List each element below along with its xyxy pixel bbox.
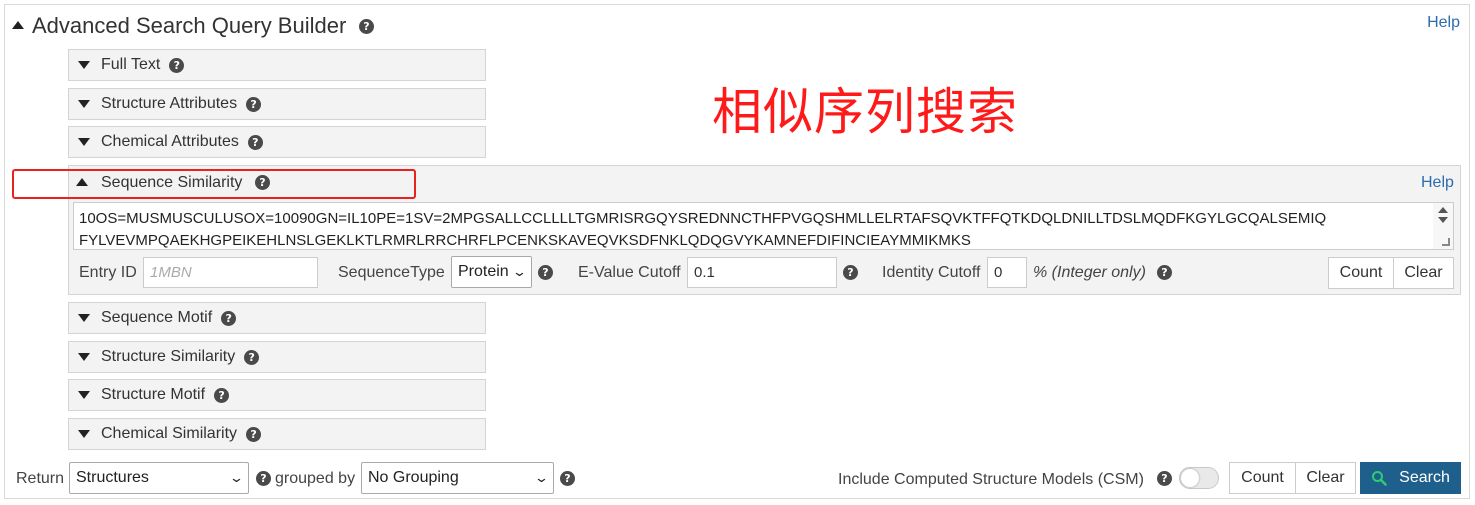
resize-handle-icon[interactable] bbox=[1442, 238, 1450, 246]
section-full-text[interactable]: Full Text ? bbox=[68, 49, 486, 81]
return-label: Return bbox=[16, 470, 65, 487]
help-icon[interactable]: ? bbox=[560, 471, 575, 486]
highlight-box bbox=[12, 169, 416, 199]
csm-label: Include Computed Structure Models (CSM) bbox=[838, 471, 1144, 488]
sequence-textarea[interactable]: 10OS=MUSMUSCULUSOX=10090GN=IL10PE=1SV=2M… bbox=[73, 202, 1454, 250]
identity-unit: % (Integer only) bbox=[1033, 264, 1146, 281]
section-label: Structure Similarity bbox=[101, 348, 236, 365]
section-label: Chemical Attributes bbox=[101, 133, 239, 150]
expand-triangle-icon bbox=[78, 430, 90, 438]
help-icon[interactable]: ? bbox=[538, 265, 553, 280]
evalue-input[interactable]: 0.1 bbox=[687, 257, 837, 288]
return-select[interactable]: Structures ⌄ bbox=[69, 462, 249, 494]
scroll-down-icon[interactable] bbox=[1438, 217, 1448, 223]
count-button[interactable]: Count bbox=[1229, 462, 1296, 494]
help-icon[interactable]: ? bbox=[246, 426, 262, 442]
return-value: Structures bbox=[76, 469, 149, 486]
search-label: Search bbox=[1399, 469, 1450, 486]
identity-value: 0 bbox=[994, 264, 1003, 281]
section-label: Structure Attributes bbox=[101, 95, 238, 112]
help-icon[interactable]: ? bbox=[247, 134, 263, 150]
sequence-text-line: FYLVEVMPQAEKHGPEIKEHLNSLGEKLKTLRMRLRRCHR… bbox=[79, 232, 971, 249]
grouping-select[interactable]: No Grouping ⌄ bbox=[361, 462, 554, 494]
csm-toggle[interactable] bbox=[1179, 467, 1219, 489]
toggle-knob bbox=[1181, 469, 1199, 487]
section-structure-similarity[interactable]: Structure Similarity ? bbox=[68, 341, 486, 373]
help-icon[interactable]: ? bbox=[221, 310, 237, 326]
identity-label: Identity Cutoff bbox=[882, 264, 981, 281]
sequence-text-line: 10OS=MUSMUSCULUSOX=10090GN=IL10PE=1SV=2M… bbox=[79, 210, 1327, 227]
expand-triangle-icon bbox=[78, 391, 90, 399]
section-chemical-similarity[interactable]: Chemical Similarity ? bbox=[68, 418, 486, 450]
section-chemical-attributes[interactable]: Chemical Attributes ? bbox=[68, 126, 486, 158]
sequence-type-select[interactable]: Protein ⌄ bbox=[451, 256, 532, 288]
sequence-type-value: Protein bbox=[458, 263, 509, 280]
entry-id-input[interactable]: 1MBN bbox=[143, 257, 318, 288]
clear-button[interactable]: Clear bbox=[1393, 257, 1454, 289]
help-icon[interactable]: ? bbox=[1157, 471, 1172, 486]
scroll-up-icon[interactable] bbox=[1438, 207, 1448, 213]
help-link[interactable]: Help bbox=[1427, 14, 1460, 32]
chevron-down-icon: ⌄ bbox=[228, 470, 245, 485]
section-help-link[interactable]: Help bbox=[1421, 174, 1454, 192]
section-structure-motif[interactable]: Structure Motif ? bbox=[68, 379, 486, 411]
expand-triangle-icon bbox=[78, 353, 90, 361]
page-title: Advanced Search Query Builder bbox=[32, 13, 347, 38]
help-icon[interactable]: ? bbox=[256, 471, 271, 486]
expand-triangle-icon bbox=[78, 61, 90, 69]
section-label: Full Text bbox=[101, 56, 161, 73]
annotation-text: 相似序列搜索 bbox=[712, 83, 1018, 141]
entry-id-label: Entry ID bbox=[79, 264, 137, 281]
identity-input[interactable]: 0 bbox=[987, 257, 1027, 288]
chevron-down-icon: ⌄ bbox=[511, 264, 528, 279]
search-button[interactable]: Search bbox=[1360, 462, 1461, 494]
expand-triangle-icon bbox=[78, 100, 90, 108]
help-icon[interactable]: ? bbox=[246, 96, 262, 112]
grouping-value: No Grouping bbox=[368, 469, 459, 486]
expand-triangle-icon bbox=[78, 138, 90, 146]
clear-button[interactable]: Clear bbox=[1295, 462, 1356, 494]
title-help-icon[interactable]: ? bbox=[359, 19, 374, 34]
textarea-scrollbar[interactable] bbox=[1433, 203, 1453, 249]
sequence-type-label: SequenceType bbox=[338, 264, 445, 281]
collapse-triangle-icon[interactable] bbox=[12, 21, 24, 29]
help-icon[interactable]: ? bbox=[1157, 265, 1172, 280]
help-icon[interactable]: ? bbox=[169, 57, 185, 73]
section-structure-attributes[interactable]: Structure Attributes ? bbox=[68, 88, 486, 120]
help-icon[interactable]: ? bbox=[843, 265, 858, 280]
section-label: Chemical Similarity bbox=[101, 425, 238, 442]
search-icon bbox=[1372, 471, 1387, 486]
section-label: Structure Motif bbox=[101, 386, 206, 403]
expand-triangle-icon bbox=[78, 314, 90, 322]
section-sequence-motif[interactable]: Sequence Motif ? bbox=[68, 302, 486, 334]
evalue-label: E-Value Cutoff bbox=[578, 264, 681, 281]
help-icon[interactable]: ? bbox=[244, 349, 260, 365]
grouped-by-label: grouped by bbox=[275, 470, 356, 487]
count-button[interactable]: Count bbox=[1328, 257, 1394, 289]
chevron-down-icon: ⌄ bbox=[533, 470, 550, 485]
entry-id-placeholder: 1MBN bbox=[150, 264, 192, 281]
section-label: Sequence Motif bbox=[101, 309, 213, 326]
evalue-value: 0.1 bbox=[694, 264, 715, 281]
help-icon[interactable]: ? bbox=[214, 387, 230, 403]
